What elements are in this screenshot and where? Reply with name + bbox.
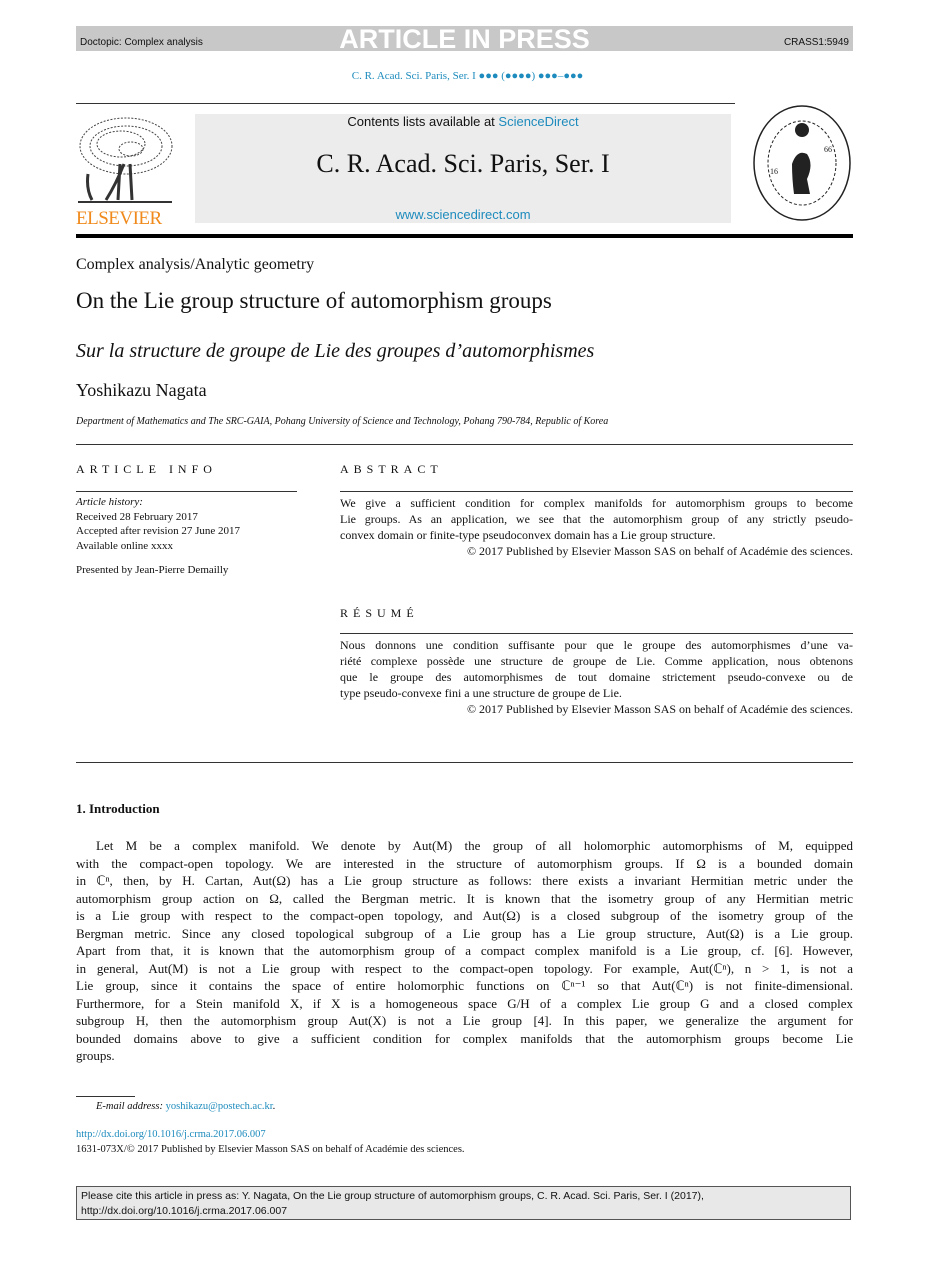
paragraph-line: Apart from that, it is known that the au… <box>76 943 853 958</box>
footnote-divider <box>76 1096 135 1097</box>
academie-seal-logo: 1666 <box>753 105 851 221</box>
article-in-press-banner: Doctopic: Complex analysis ARTICLE IN PR… <box>76 24 853 54</box>
resume-line: Nous donnons une condition suffisante po… <box>340 638 853 652</box>
paragraph-line: in general, Aut(M) is not a Lie group wi… <box>76 960 853 976</box>
abstract-line: We give a sufficient condition for compl… <box>340 496 853 510</box>
citation-box: Please cite this article in press as: Y.… <box>76 1186 851 1220</box>
divider <box>76 444 853 445</box>
online-date: Available online xxxx <box>76 539 173 552</box>
article-history: Article history: Received 28 February 20… <box>76 495 240 578</box>
email-end: . <box>272 1101 276 1112</box>
sciencedirect-url[interactable]: www.sciencedirect.com <box>195 207 731 222</box>
introduction-paragraph: Let M be a complex manifold. We denote b… <box>76 837 853 1065</box>
thick-divider <box>76 234 853 238</box>
sciencedirect-link[interactable]: ScienceDirect <box>498 114 578 129</box>
citation-doi[interactable]: http://dx.doi.org/10.1016/j.crma.2017.06… <box>81 1204 850 1219</box>
svg-text:66: 66 <box>824 145 832 154</box>
doi-link[interactable]: http://dx.doi.org/10.1016/j.crma.2017.06… <box>76 1129 266 1140</box>
divider <box>76 103 735 104</box>
resume-line: riété complexe possède une structure de … <box>340 654 853 668</box>
section-label: Complex analysis/Analytic geometry <box>76 256 315 273</box>
resume-text: Nous donnons une condition suffisante po… <box>340 637 853 717</box>
divider <box>340 633 853 634</box>
article-title-french: Sur la structure de groupe de Lie des gr… <box>76 340 595 362</box>
article-info-heading: ARTICLE INFO <box>76 462 217 476</box>
journal-reference[interactable]: C. R. Acad. Sci. Paris, Ser. I ●●● (●●●●… <box>0 70 935 82</box>
abstract-text: We give a sufficient condition for compl… <box>340 495 853 559</box>
abstract-heading: ABSTRACT <box>340 462 443 476</box>
paragraph-line: bounded domains above to give a sufficie… <box>76 1030 853 1046</box>
presented-by: Presented by Jean-Pierre Demailly <box>76 564 229 576</box>
paragraph-line: is a Lie group with respect to the compa… <box>76 908 853 923</box>
email-label: E-mail address: <box>96 1101 166 1112</box>
elsevier-logo-text: ELSEVIER <box>76 208 162 229</box>
masthead: Contents lists available at ScienceDirec… <box>195 114 731 223</box>
banner-status: ARTICLE IN PRESS <box>339 24 590 54</box>
history-label: Article history: <box>76 496 143 508</box>
email-link[interactable]: yoshikazu@postech.ac.kr <box>166 1101 273 1112</box>
article-title: On the Lie group structure of automorphi… <box>76 288 552 313</box>
paragraph-line: Lie group, since it contains the space o… <box>76 978 853 993</box>
divider <box>76 491 297 492</box>
svg-text:16: 16 <box>770 167 778 176</box>
citation-line: Please cite this article in press as: Y.… <box>81 1190 704 1202</box>
resume-heading: RÉSUMÉ <box>340 606 419 620</box>
introduction-heading: 1. Introduction <box>76 801 160 816</box>
accepted-date: Accepted after revision 27 June 2017 <box>76 525 241 537</box>
paragraph-line: in ℂⁿ, then, by H. Cartan, Aut(Ω) has a … <box>76 873 853 888</box>
issn-copyright: 1631-073X/© 2017 Published by Elsevier M… <box>76 1144 465 1155</box>
divider <box>340 491 853 492</box>
received-date: Received 28 February 2017 <box>76 510 198 523</box>
article-code: CRASS1:5949 <box>783 37 849 48</box>
resume-copyright: © 2017 Published by Elsevier Masson SAS … <box>466 702 853 716</box>
paragraph-line: Bergman metric. Since any closed topolog… <box>76 925 853 941</box>
elsevier-tree-logo <box>78 117 173 203</box>
abstract-copyright: © 2017 Published by Elsevier Masson SAS … <box>466 544 853 558</box>
divider <box>76 762 853 763</box>
abstract-line: Lie groups. As an application, we see th… <box>340 512 853 526</box>
abstract-line: convex domain or finite-type pseudoconve… <box>340 528 716 542</box>
paragraph-line: Furthermore, for a Stein manifold X, if … <box>76 995 853 1011</box>
affiliation: Department of Mathematics and The SRC-GA… <box>76 416 609 427</box>
paragraph-line: with the compact-open topology. We are i… <box>76 855 853 871</box>
author: Yoshikazu Nagata <box>76 380 207 400</box>
journal-title: C. R. Acad. Sci. Paris, Ser. I <box>316 149 610 178</box>
paragraph-line: automorphism group action on Ω, called t… <box>76 890 853 906</box>
contents-line: Contents lists available at ScienceDirec… <box>347 114 579 129</box>
paragraph-line: subgroup H, then the automorphism group … <box>76 1013 853 1028</box>
resume-line: type pseudo-convexe fini a une structure… <box>340 686 622 700</box>
paragraph-line: groups. <box>76 1048 115 1063</box>
resume-line: que le groupe des automorphismes de tout… <box>340 670 853 684</box>
paragraph-line: Let M be a complex manifold. We denote b… <box>96 838 853 853</box>
email-footnote: E-mail address: yoshikazu@postech.ac.kr. <box>96 1101 275 1112</box>
